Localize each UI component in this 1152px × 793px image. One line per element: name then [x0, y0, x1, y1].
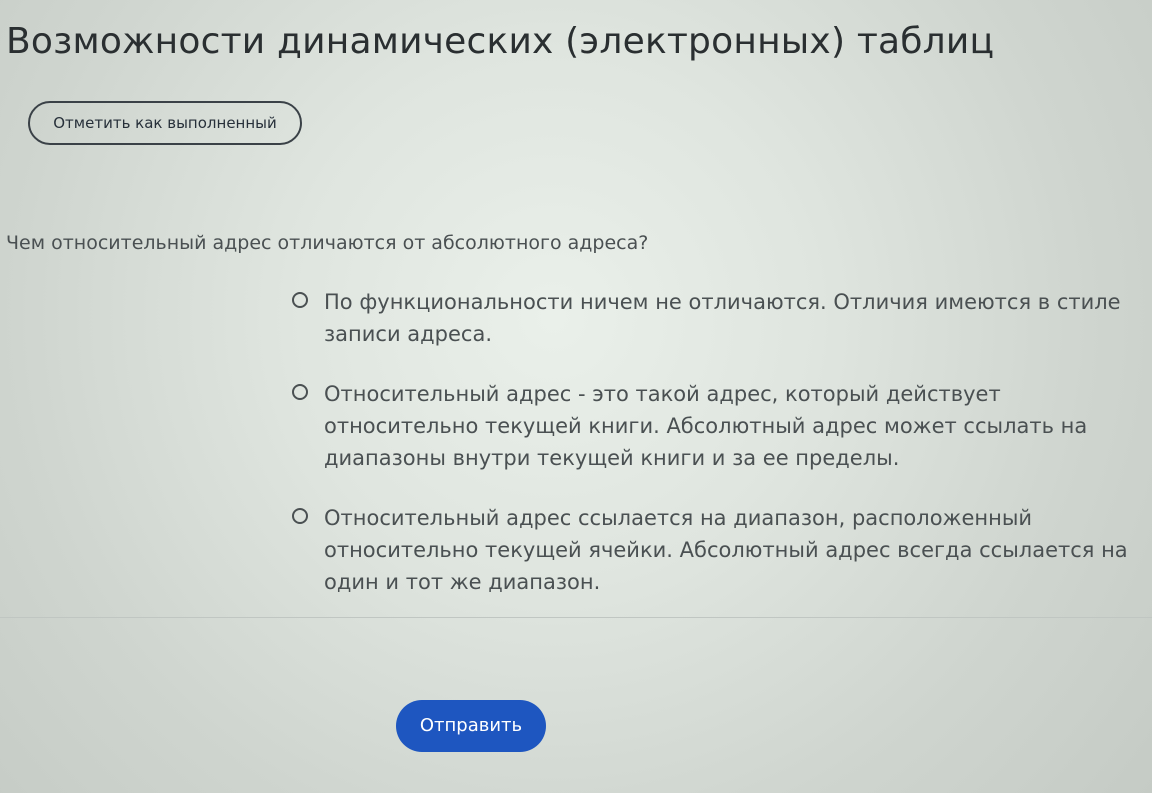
answer-option-label: Относительный адрес ссылается на диапазо…	[324, 506, 1128, 594]
mark-as-done-button[interactable]: Отметить как выполненный	[28, 101, 302, 145]
divider	[0, 617, 1152, 618]
radio-unchecked-icon[interactable]	[292, 508, 308, 524]
page-title: Возможности динамических (электронных) т…	[6, 21, 995, 62]
answer-option-2[interactable]: Относительный адрес - это такой адрес, к…	[292, 378, 1137, 474]
answer-option-label: Относительный адрес - это такой адрес, к…	[324, 382, 1088, 470]
answer-option-1[interactable]: По функциональности ничем не отличаются.…	[292, 286, 1137, 350]
question-text: Чем относительный адрес отличаются от аб…	[6, 232, 649, 254]
radio-unchecked-icon[interactable]	[292, 384, 308, 400]
submit-button[interactable]: Отправить	[396, 700, 546, 752]
answer-option-3[interactable]: Относительный адрес ссылается на диапазо…	[292, 502, 1137, 598]
answer-options: По функциональности ничем не отличаются.…	[292, 286, 1137, 626]
answer-option-label: По функциональности ничем не отличаются.…	[324, 290, 1121, 346]
radio-unchecked-icon[interactable]	[292, 292, 308, 308]
